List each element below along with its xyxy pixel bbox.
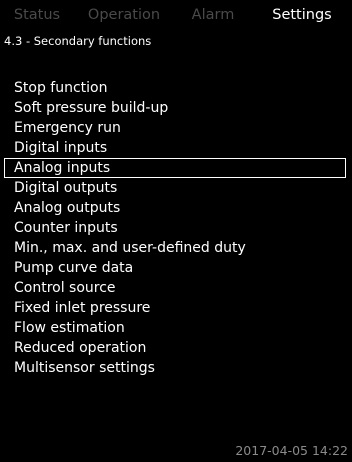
tab-alarm[interactable]: Alarm [174, 0, 252, 30]
menu-item-pump-curve-data[interactable]: Pump curve data [0, 258, 352, 278]
menu-item-digital-inputs[interactable]: Digital inputs [0, 138, 352, 158]
menu-item-counter-inputs[interactable]: Counter inputs [0, 218, 352, 238]
menu-item-control-source[interactable]: Control source [0, 278, 352, 298]
tab-bar: Status Operation Alarm Settings [0, 0, 352, 30]
tab-settings[interactable]: Settings [252, 0, 352, 30]
menu-item-stop-function[interactable]: Stop function [0, 78, 352, 98]
menu-item-multisensor-settings[interactable]: Multisensor settings [0, 358, 352, 378]
tab-operation[interactable]: Operation [74, 0, 174, 30]
menu-item-soft-pressure-build-up[interactable]: Soft pressure build-up [0, 98, 352, 118]
menu-item-fixed-inlet-pressure[interactable]: Fixed inlet pressure [0, 298, 352, 318]
status-timestamp: 2017-04-05 14:22 [235, 443, 348, 458]
menu-item-emergency-run[interactable]: Emergency run [0, 118, 352, 138]
settings-menu-list: Stop function Soft pressure build-up Eme… [0, 78, 352, 378]
menu-item-analog-inputs[interactable]: Analog inputs [4, 158, 346, 178]
breadcrumb: 4.3 - Secondary functions [4, 34, 152, 48]
menu-item-reduced-operation[interactable]: Reduced operation [0, 338, 352, 358]
tab-status[interactable]: Status [0, 0, 74, 30]
menu-item-user-defined-duty[interactable]: Min., max. and user-defined duty [0, 238, 352, 258]
menu-item-digital-outputs[interactable]: Digital outputs [0, 178, 352, 198]
menu-item-analog-outputs[interactable]: Analog outputs [0, 198, 352, 218]
menu-item-flow-estimation[interactable]: Flow estimation [0, 318, 352, 338]
